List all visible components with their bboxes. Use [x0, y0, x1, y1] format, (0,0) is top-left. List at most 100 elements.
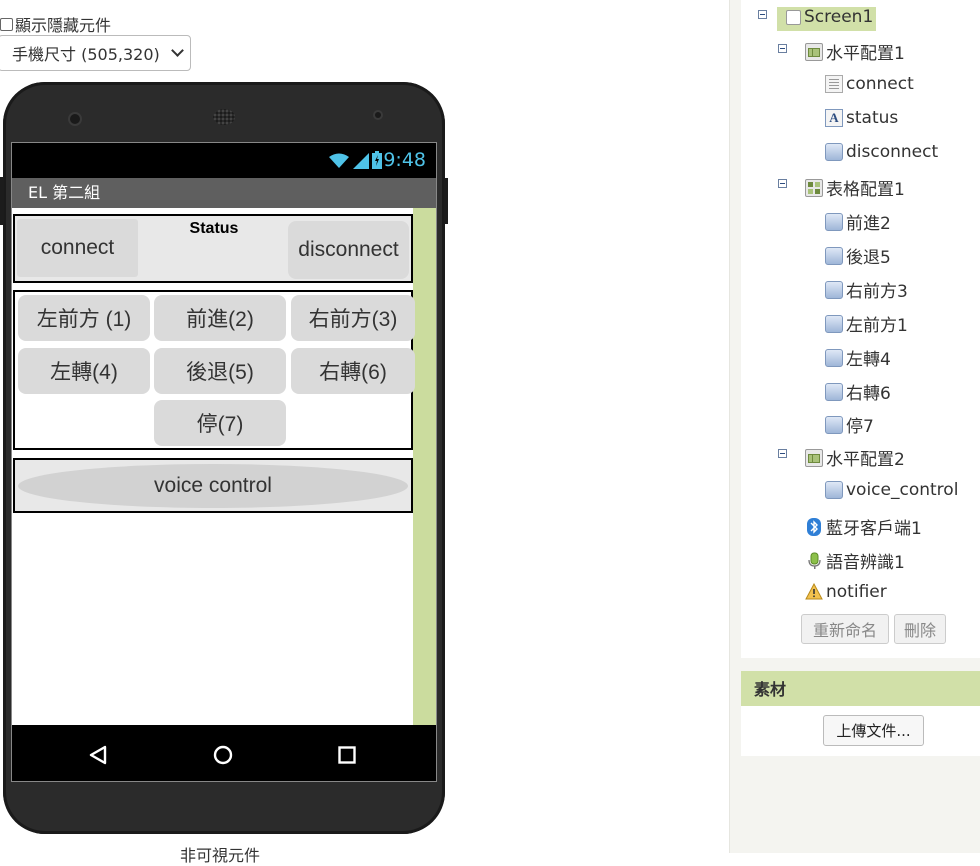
tree-item-lf1[interactable]: 左前方1 [825, 311, 908, 336]
delete-button[interactable]: 刪除 [894, 614, 946, 644]
screen-icon [786, 9, 801, 25]
tree-item-harr1[interactable]: 水平配置1 [805, 39, 905, 64]
label-icon: A [825, 109, 843, 127]
panel-gap [741, 658, 980, 671]
tree-item-back5[interactable]: 後退5 [825, 243, 891, 268]
tree-label: 表格配置1 [826, 180, 905, 200]
tree-item-stop7[interactable]: 停7 [825, 412, 874, 437]
tree-item-disconnect[interactable]: disconnect [825, 142, 938, 162]
recents-nav-icon[interactable] [338, 746, 356, 764]
rename-button[interactable]: 重新命名 [801, 614, 889, 644]
upload-file-button[interactable]: 上傳文件... [823, 715, 924, 746]
list-picker-icon [825, 75, 843, 93]
panel-background [741, 756, 980, 853]
tree-label: 右前方3 [846, 282, 908, 302]
front-camera [70, 114, 80, 124]
status-icons [328, 151, 382, 169]
tree-item-notifier[interactable]: notifier [805, 582, 887, 602]
button-icon [825, 212, 843, 231]
table-arrangement-icon [805, 178, 823, 197]
tree-label: voice_control [846, 480, 959, 500]
device-size-select[interactable]: 手機尺寸 (505,320) [0, 35, 191, 71]
voice-control-button[interactable]: voice control [18, 464, 408, 508]
chevron-down-icon [171, 44, 184, 57]
tree-label: 藍牙客戶端1 [826, 519, 922, 539]
tree-label: 前進2 [846, 214, 891, 234]
proximity-sensor [375, 112, 381, 118]
back-nav-icon[interactable] [89, 745, 107, 765]
collapse-toggle-screen1[interactable] [758, 10, 767, 19]
button-icon [825, 481, 843, 499]
horizontal-arrangement-2: voice control [13, 458, 413, 513]
tree-item-screen1[interactable]: Screen1 [786, 7, 873, 27]
tree-label: status [846, 108, 899, 128]
button-icon [825, 246, 843, 265]
battery-icon [372, 151, 382, 169]
non-visible-components-label: 非可視元件 [180, 846, 261, 865]
tree-item-harr2[interactable]: 水平配置2 [805, 445, 905, 470]
tree-label: 停7 [846, 417, 874, 437]
backward-button[interactable]: 後退(5) [154, 348, 286, 394]
tree-label: 語音辨識1 [826, 553, 905, 573]
phone-preview: 9:48 EL 第二組 connect Status disconnect 左前… [0, 82, 448, 834]
show-hidden-checkbox[interactable] [0, 17, 13, 31]
button-icon [825, 348, 843, 367]
horizontal-arrangement-icon [805, 42, 823, 61]
turn-left-button[interactable]: 左轉(4) [18, 348, 150, 394]
connect-button[interactable]: connect [17, 219, 138, 277]
collapse-toggle-harr1[interactable] [778, 44, 787, 53]
phone-side-button [0, 177, 4, 225]
tree-label: disconnect [846, 142, 939, 162]
screen-scroll-strip [413, 208, 436, 725]
tree-label: 左前方1 [846, 316, 908, 336]
tree-label: 左轉4 [846, 350, 891, 370]
button-icon [825, 314, 843, 333]
tree-item-rt6[interactable]: 右轉6 [825, 379, 891, 404]
microphone-icon [808, 552, 821, 569]
status-time: 9:48 [383, 149, 426, 171]
tree-label: 水平配置1 [826, 44, 905, 64]
right-forward-button[interactable]: 右前方(3) [291, 295, 415, 341]
left-forward-button[interactable]: 左前方 (1) [18, 295, 150, 341]
forward-button[interactable]: 前進(2) [154, 295, 286, 341]
tree-label: Screen1 [804, 7, 874, 27]
tree-label: notifier [826, 582, 887, 602]
cell-signal-icon [353, 153, 369, 169]
status-label: Status [189, 220, 239, 237]
tree-label: 水平配置2 [826, 450, 905, 470]
tree-item-lt4[interactable]: 左轉4 [825, 345, 891, 370]
disconnect-button[interactable]: disconnect [288, 221, 409, 279]
tree-label: connect [846, 74, 914, 94]
earpiece-speaker [213, 109, 235, 125]
table-arrangement-1: 左前方 (1) 前進(2) 右前方(3) 左轉(4) 後退(5) 右轉(6) 停… [13, 290, 415, 450]
button-icon [825, 382, 843, 401]
tree-item-fwd2[interactable]: 前進2 [825, 209, 891, 234]
tree-item-tarr1[interactable]: 表格配置1 [805, 175, 905, 200]
tree-item-rf3[interactable]: 右前方3 [825, 277, 908, 302]
collapse-toggle-harr2[interactable] [778, 449, 787, 458]
android-status-bar: 9:48 [12, 143, 436, 178]
show-hidden-checkbox-row[interactable]: 顯示隱藏元件 [0, 12, 111, 36]
turn-right-button[interactable]: 右轉(6) [291, 348, 415, 394]
tree-item-bluetooth-client[interactable]: 藍牙客戶端1 [805, 514, 922, 539]
collapse-toggle-tarr1[interactable] [778, 179, 787, 188]
bluetooth-icon [807, 517, 821, 536]
phone-screen: 9:48 EL 第二組 connect Status disconnect 左前… [11, 142, 437, 782]
show-hidden-label: 顯示隱藏元件 [15, 16, 112, 35]
home-nav-icon[interactable] [213, 745, 233, 765]
tree-label: 後退5 [846, 248, 891, 268]
phone-side-button [444, 178, 448, 224]
device-size-value: 手機尺寸 (505,320) [12, 45, 160, 64]
tree-label: 右轉6 [846, 384, 891, 404]
android-nav-bar [12, 725, 436, 781]
wifi-icon [329, 153, 349, 168]
tree-item-status[interactable]: A status [825, 108, 898, 128]
warning-icon [805, 583, 823, 600]
stop-button[interactable]: 停(7) [154, 400, 286, 446]
button-icon [825, 415, 843, 434]
tree-item-voice-control[interactable]: voice_control [825, 480, 958, 500]
horizontal-arrangement-icon [805, 448, 823, 467]
tree-item-speech-recognizer[interactable]: 語音辨識1 [805, 548, 905, 573]
app-title-bar: EL 第二組 [12, 178, 436, 208]
tree-item-connect[interactable]: connect [825, 74, 914, 94]
